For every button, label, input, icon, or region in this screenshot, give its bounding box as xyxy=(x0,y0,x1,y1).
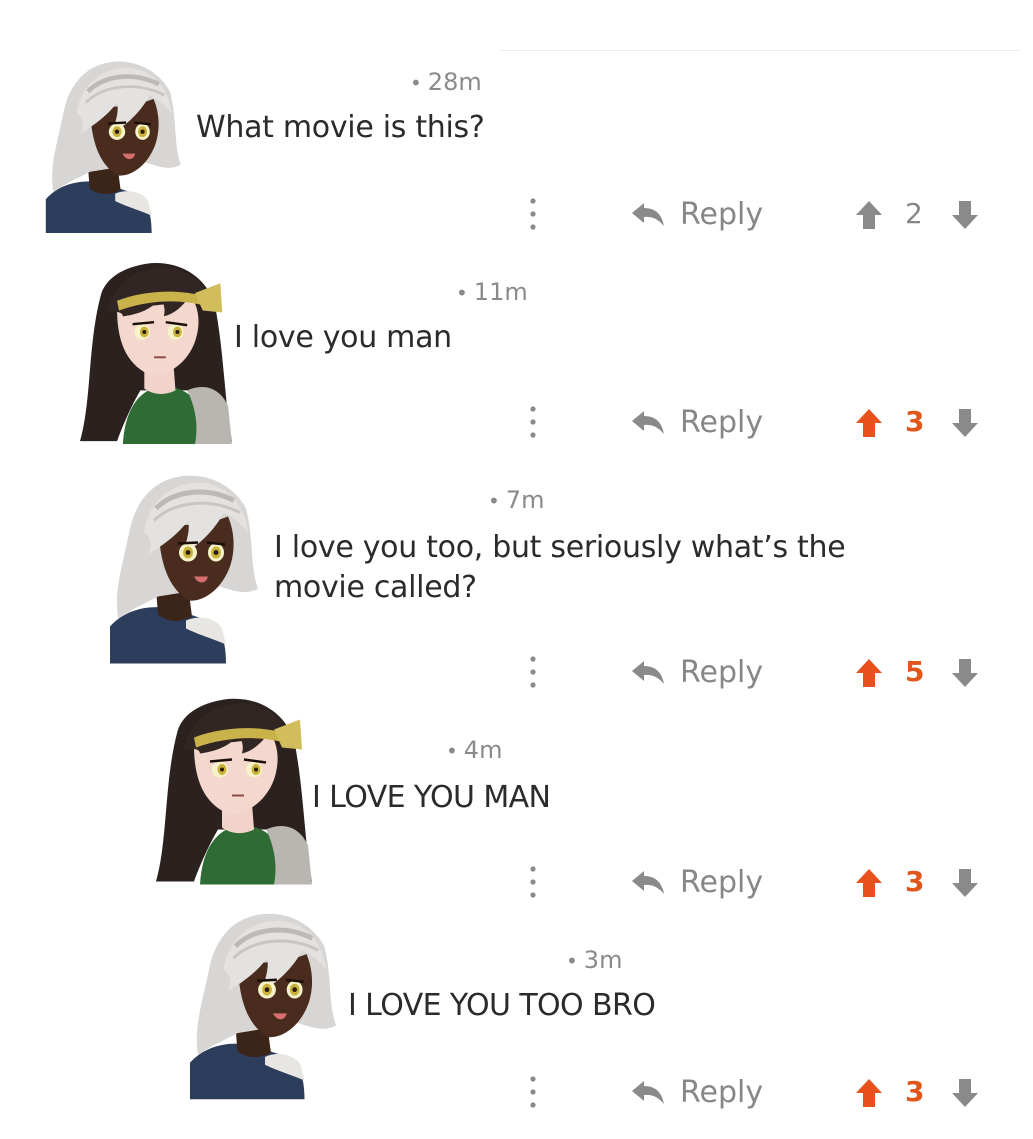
arrow-down-icon[interactable] xyxy=(950,408,980,438)
arrow-down-icon[interactable] xyxy=(950,1078,980,1108)
reply-arrow-icon xyxy=(630,409,666,435)
arrow-up-icon[interactable] xyxy=(854,408,884,438)
reply-button[interactable]: Reply xyxy=(630,400,763,444)
comment-actions: Reply 5 xyxy=(518,650,998,694)
avatar[interactable] xyxy=(108,462,268,670)
vote-score: 3 xyxy=(905,405,925,438)
comment-meta: • 11m xyxy=(456,278,528,306)
comment-time: 28m xyxy=(427,68,482,96)
arrow-down-icon[interactable] xyxy=(950,868,980,898)
reply-arrow-icon xyxy=(630,869,666,895)
comment-meta: • 4m xyxy=(446,736,503,764)
comment-actions: Reply 2 xyxy=(518,192,998,236)
vote-score: 5 xyxy=(905,655,925,688)
more-vertical-icon[interactable] xyxy=(526,654,540,690)
comment-time: 7m xyxy=(505,486,545,514)
arrow-down-icon[interactable] xyxy=(950,200,980,230)
arrow-up-icon[interactable] xyxy=(854,200,884,230)
comment-text: I love you man xyxy=(234,320,452,355)
avatar[interactable] xyxy=(76,254,236,444)
reply-button[interactable]: Reply xyxy=(630,192,763,236)
comment-actions: Reply 3 xyxy=(518,1070,998,1114)
reply-button[interactable]: Reply xyxy=(630,650,763,694)
reply-arrow-icon xyxy=(630,659,666,685)
comment-meta: • 7m xyxy=(488,486,545,514)
comment-text: I love you too, but seriously what’s the… xyxy=(274,530,846,605)
more-vertical-icon[interactable] xyxy=(526,196,540,232)
avatar[interactable] xyxy=(154,686,314,888)
comment-text: What movie is this? xyxy=(196,110,485,145)
arrow-up-icon[interactable] xyxy=(854,868,884,898)
arrow-down-icon[interactable] xyxy=(950,658,980,688)
comment-meta: • 3m xyxy=(566,946,623,974)
vote-score: 3 xyxy=(905,865,925,898)
reply-arrow-icon xyxy=(630,1079,666,1105)
reply-label: Reply xyxy=(680,404,764,440)
comment-meta: • 28m xyxy=(410,68,482,96)
reply-button[interactable]: Reply xyxy=(630,860,763,904)
reply-label: Reply xyxy=(680,1074,764,1110)
more-vertical-icon[interactable] xyxy=(526,1074,540,1110)
more-vertical-icon[interactable] xyxy=(526,864,540,900)
vote-score: 3 xyxy=(905,1075,925,1108)
reply-button[interactable]: Reply xyxy=(630,1070,763,1114)
arrow-up-icon[interactable] xyxy=(854,1078,884,1108)
header-divider xyxy=(500,50,1020,51)
comment-time: 4m xyxy=(463,736,503,764)
comment-time: 3m xyxy=(583,946,623,974)
vote-score: 2 xyxy=(905,197,923,230)
comment-text: I LOVE YOU MAN xyxy=(312,780,551,815)
more-vertical-icon[interactable] xyxy=(526,404,540,440)
reply-label: Reply xyxy=(680,196,764,232)
avatar[interactable] xyxy=(188,900,346,1106)
comment-time: 11m xyxy=(473,278,528,306)
comment-actions: Reply 3 xyxy=(518,860,998,904)
comment-text: I LOVE YOU TOO BRO xyxy=(348,988,656,1023)
avatar[interactable] xyxy=(44,46,190,242)
arrow-up-icon[interactable] xyxy=(854,658,884,688)
reply-arrow-icon xyxy=(630,201,666,227)
comment-actions: Reply 3 xyxy=(518,400,998,444)
reply-label: Reply xyxy=(680,864,764,900)
reply-label: Reply xyxy=(680,654,764,690)
